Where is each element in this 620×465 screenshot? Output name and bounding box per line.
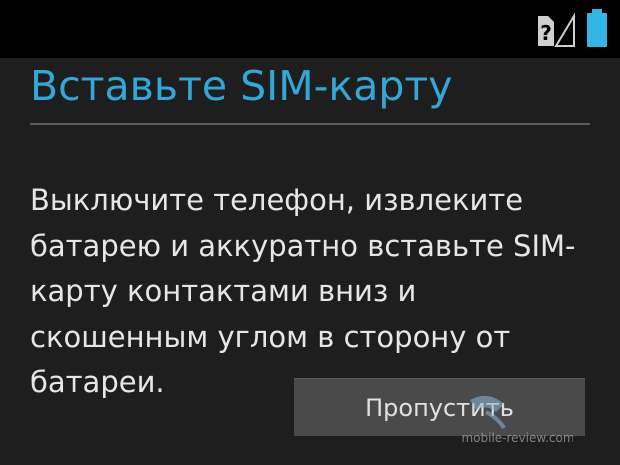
- battery-full-icon: [587, 9, 607, 47]
- instruction-text: Выключите телефон, извлеките батарею и а…: [30, 183, 576, 399]
- watermark-logo-icon: mobile-review.com: [461, 395, 573, 445]
- sim-setup-screen: Вставьте SIM-карту Выключите телефон, из…: [0, 58, 620, 465]
- watermark: mobile-review.com: [458, 388, 573, 446]
- watermark-text: mobile-review.com: [461, 431, 573, 445]
- svg-text:?: ?: [540, 21, 552, 45]
- page-title: Вставьте SIM-карту: [30, 62, 453, 110]
- status-bar: ?: [0, 0, 620, 58]
- sim-missing-icon: ?: [538, 12, 575, 47]
- title-divider: [30, 123, 590, 125]
